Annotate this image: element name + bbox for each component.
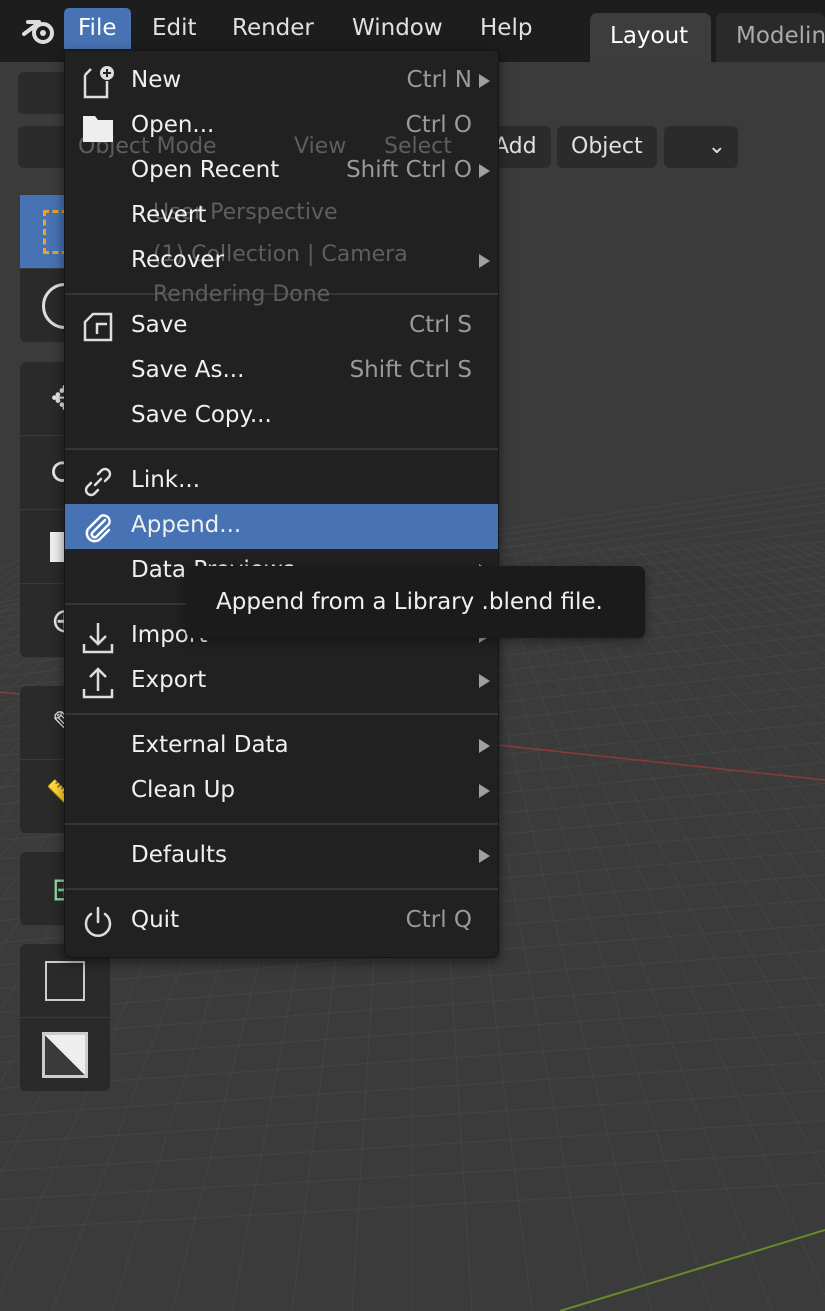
camera-corner-icon — [45, 960, 85, 1001]
object-menu[interactable]: Object — [557, 126, 657, 168]
menu-item-export[interactable]: Export — [65, 659, 498, 704]
export-icon — [82, 667, 114, 699]
link-icon — [84, 467, 112, 497]
tab-modeling[interactable]: Modelin — [716, 13, 825, 62]
submenu-arrow-icon — [479, 254, 490, 268]
submenu-arrow-icon — [479, 74, 490, 88]
menu-item-append[interactable]: Append... — [65, 504, 498, 549]
paperclip-icon — [85, 514, 111, 543]
render-region-icon — [42, 1031, 88, 1078]
toggle-maximize-button[interactable] — [18, 126, 68, 168]
grid-line — [819, 541, 825, 545]
menu-item-label: Save Copy... — [131, 402, 272, 428]
import-icon — [82, 623, 114, 654]
grid-line — [663, 541, 825, 666]
menu-edit[interactable]: Edit — [138, 8, 211, 49]
tab-layout[interactable]: Layout — [590, 13, 711, 62]
menu-item-label: New — [131, 67, 182, 93]
menu-item-quit[interactable]: Quit Ctrl Q — [65, 899, 498, 944]
menu-item-label: Save — [131, 312, 188, 338]
menu-item-defaults[interactable]: Defaults — [65, 834, 498, 879]
menu-help[interactable]: Help — [466, 8, 546, 49]
menu-render[interactable]: Render — [218, 8, 328, 49]
menu-item-shortcut: Ctrl Q — [405, 907, 472, 933]
menu-item-label: Append... — [131, 512, 242, 538]
menu-item-shortcut: Ctrl N — [406, 67, 472, 93]
overlay-status: Rendering Done — [153, 282, 331, 307]
grid-line — [783, 541, 825, 564]
folder-icon — [83, 116, 113, 142]
menu-item-shortcut: Ctrl O — [405, 112, 472, 138]
grid-line — [759, 541, 825, 579]
transform-orientation-dropdown[interactable]: ⌄ — [664, 126, 738, 168]
menu-item-label: Open... — [131, 112, 215, 138]
menu-separator — [65, 704, 498, 724]
tool-render-region[interactable] — [20, 1018, 110, 1092]
chevron-down-icon: ⌄ — [707, 134, 726, 159]
menu-item-label: Quit — [131, 907, 180, 933]
submenu-arrow-icon — [479, 784, 490, 798]
menu-item-label: Save As... — [131, 357, 245, 383]
grid-line — [723, 541, 825, 605]
grid-line — [639, 541, 825, 699]
blender-logo-icon[interactable] — [22, 14, 56, 48]
menu-item-label: Link... — [131, 467, 201, 493]
grid-line — [483, 541, 773, 1311]
file-menu-dropdown: New Ctrl N Open... Ctrl O Open Recent Shift C… — [64, 50, 499, 958]
y-axis-line — [559, 1229, 825, 1311]
menu-item-shortcut: Ctrl S — [409, 312, 472, 338]
toolbar-camera-group — [20, 944, 110, 1092]
menu-item-external-data[interactable]: External Data — [65, 724, 498, 769]
menu-item-label: Open Recent — [131, 157, 280, 183]
menu-item-label: Defaults — [131, 842, 228, 868]
menu-item-save-copy[interactable]: Save Copy... — [65, 394, 498, 439]
menu-item-shortcut: Shift Ctrl S — [349, 357, 472, 383]
submenu-arrow-icon — [479, 674, 490, 688]
tooltip: Append from a Library .blend file. — [186, 566, 645, 638]
menu-separator — [65, 439, 498, 459]
menu-file[interactable]: File — [64, 8, 131, 49]
menu-item-label: External Data — [131, 732, 289, 758]
power-icon — [84, 906, 112, 937]
menu-item-save-as[interactable]: Save As... Shift Ctrl S — [65, 349, 498, 394]
submenu-arrow-icon — [479, 739, 490, 753]
menu-window[interactable]: Window — [338, 8, 457, 49]
menu-item-label: Revert — [131, 202, 207, 228]
menu-item-link[interactable]: Link... — [65, 459, 498, 504]
menu-item-label: Clean Up — [131, 777, 236, 803]
menu-item-clean-up[interactable]: Clean Up — [65, 769, 498, 814]
menu-separator — [65, 879, 498, 899]
menu-item-label: Recover — [131, 247, 225, 273]
grid-line — [495, 541, 825, 1296]
grid-line — [687, 541, 825, 638]
menu-separator — [65, 814, 498, 834]
new-file-icon — [83, 66, 114, 99]
submenu-arrow-icon — [479, 164, 490, 178]
menu-item-shortcut: Shift Ctrl O — [346, 157, 472, 183]
save-icon — [83, 312, 113, 342]
menu-item-new[interactable]: New Ctrl N — [65, 59, 498, 104]
menu-item-save[interactable]: Save Ctrl S — [65, 304, 498, 349]
menu-item-label: Export — [131, 667, 207, 693]
submenu-arrow-icon — [479, 849, 490, 863]
